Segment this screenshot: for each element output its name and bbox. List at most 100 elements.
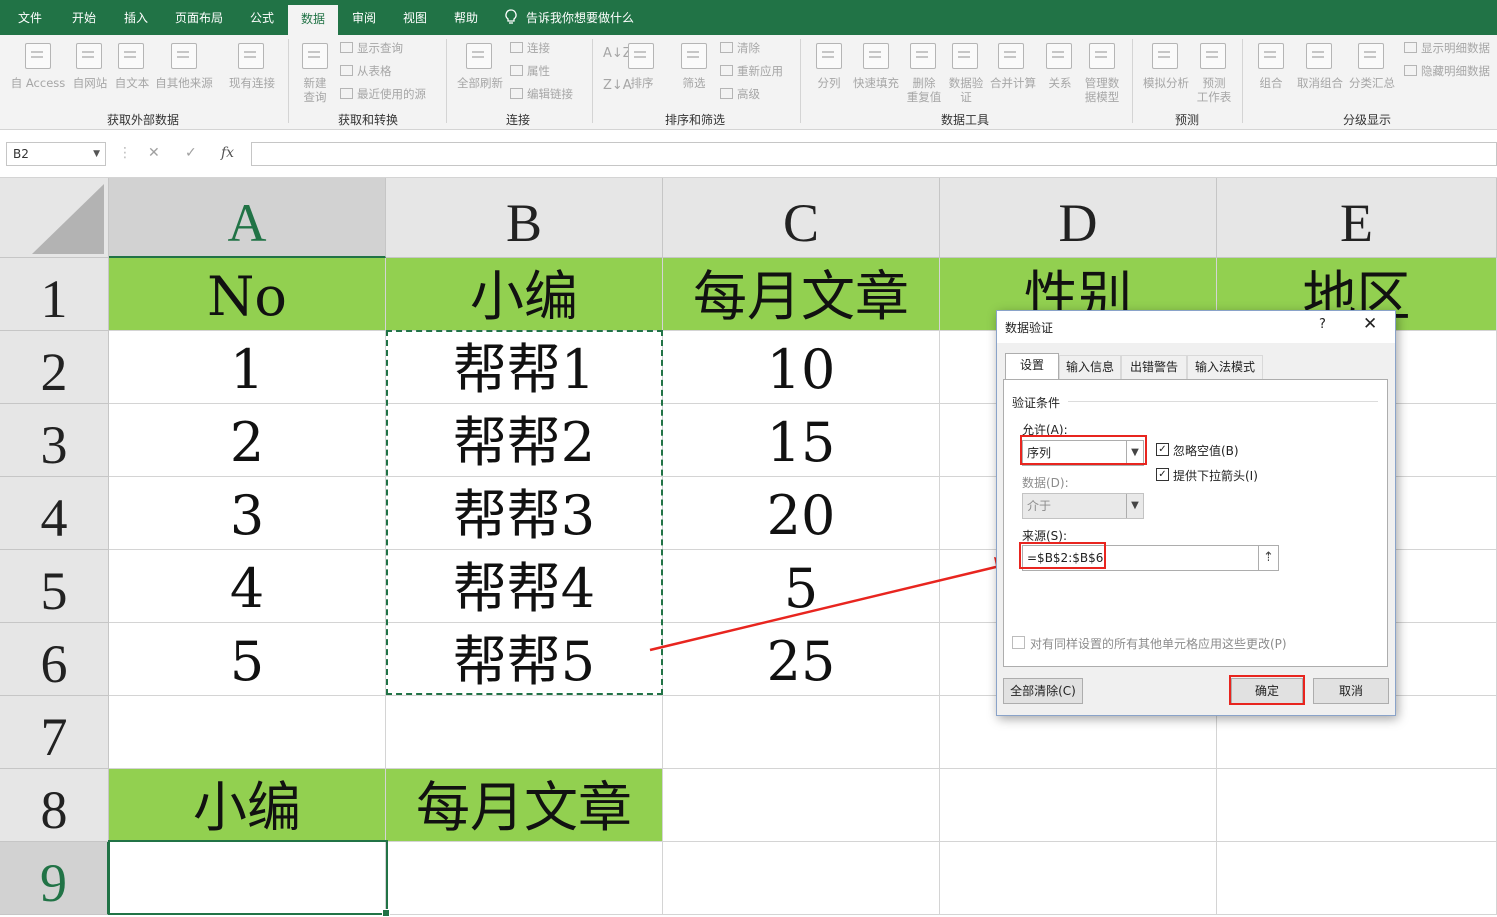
cancel-entry-icon[interactable]: ✕ [148,142,160,164]
cell-e9[interactable] [1217,842,1497,915]
cell-c8[interactable] [663,769,940,842]
cell-a8[interactable]: 小编 [109,769,386,842]
formula-input[interactable] [251,142,1497,166]
cell-c2[interactable]: 10 [663,331,940,404]
cell-b9[interactable] [386,842,663,915]
row-header-8[interactable]: 8 [0,769,109,842]
advanced-button[interactable]: 高级 [720,87,760,101]
dialog-title-bar[interactable]: 数据验证 ? ✕ [997,311,1395,343]
cell-c9[interactable] [663,842,940,915]
column-header-e[interactable]: E [1217,178,1497,258]
what-if-analysis-button[interactable]: 模拟分析 [1138,76,1194,90]
sort-button[interactable]: 排序 [624,76,660,90]
clear-all-button[interactable]: 全部清除(C) [1003,678,1083,704]
cell-a2[interactable]: 1 [109,331,386,404]
tab-input-message[interactable]: 输入信息 [1059,355,1121,379]
existing-connections-button[interactable]: 现有连接 [224,76,280,90]
tab-settings[interactable]: 设置 [1005,353,1059,380]
from-table-button[interactable]: 从表格 [340,64,392,78]
from-access-button[interactable]: 自 Access [8,76,68,90]
new-query-button[interactable]: 新建 查询 [294,76,336,104]
row-header-1[interactable]: 1 [0,258,109,331]
cell-b6[interactable]: 帮帮5 [386,623,663,696]
tell-me-box[interactable]: 告诉我你想要做什么 [504,0,654,35]
allow-select[interactable]: 序列 ▼ [1022,440,1144,466]
row-header-5[interactable]: 5 [0,550,109,623]
show-queries-button[interactable]: 显示查询 [340,41,403,55]
name-box[interactable]: B2 ▼ [6,142,106,166]
row-header-3[interactable]: 3 [0,404,109,477]
cell-b7[interactable] [386,696,663,769]
consolidate-button[interactable]: 合并计算 [986,76,1040,90]
filter-button[interactable]: 筛选 [674,76,714,90]
help-icon[interactable]: ? [1319,317,1326,332]
column-header-c[interactable]: C [663,178,940,258]
ignore-blank-checkbox[interactable]: ✓ [1156,443,1169,456]
from-web-button[interactable]: 自网站 [70,76,110,90]
tab-error-alert[interactable]: 出错警告 [1121,355,1187,379]
text-to-columns-button[interactable]: 分列 [810,76,848,90]
forecast-sheet-button[interactable]: 预测 工作表 [1192,76,1236,104]
column-header-a[interactable]: A [109,178,386,258]
ungroup-button[interactable]: 取消组合 [1292,76,1348,90]
from-text-button[interactable]: 自文本 [112,76,152,90]
cell-a3[interactable]: 2 [109,404,386,477]
recent-sources-button[interactable]: 最近使用的源 [340,87,426,101]
apply-to-all-checkbox[interactable] [1012,636,1025,649]
row-header-9[interactable]: 9 [0,842,109,915]
column-header-d[interactable]: D [940,178,1217,258]
tab-data[interactable]: 数据 [288,5,338,35]
source-input[interactable]: =$B$2:$B$6 ⇡ [1022,545,1279,571]
tab-review[interactable]: 审阅 [342,0,386,35]
cell-a1[interactable]: No [109,258,386,331]
tab-formulas[interactable]: 公式 [240,0,284,35]
row-header-4[interactable]: 4 [0,477,109,550]
cell-d8[interactable] [940,769,1217,842]
properties-button[interactable]: 属性 [510,64,550,78]
group-button[interactable]: 组合 [1250,76,1292,90]
cancel-button[interactable]: 取消 [1313,678,1389,704]
cell-b3[interactable]: 帮帮2 [386,404,663,477]
cell-c4[interactable]: 20 [663,477,940,550]
tab-view[interactable]: 视图 [393,0,437,35]
from-other-button[interactable]: 自其他来源 [153,76,215,90]
cell-c1[interactable]: 每月文章 [663,258,940,331]
row-header-6[interactable]: 6 [0,623,109,696]
collapse-dialog-icon[interactable]: ⇡ [1258,546,1278,570]
tab-file[interactable]: 文件 [8,0,52,35]
tab-home[interactable]: 开始 [62,0,106,35]
cell-c5[interactable]: 5 [663,550,940,623]
cell-b4[interactable]: 帮帮3 [386,477,663,550]
cell-c7[interactable] [663,696,940,769]
hide-detail-button[interactable]: 隐藏明细数据 [1404,64,1490,78]
confirm-entry-icon[interactable]: ✓ [185,142,197,164]
connections-button[interactable]: 连接 [510,41,550,55]
cell-c3[interactable]: 15 [663,404,940,477]
data-validation-button[interactable]: 数据验证 [944,76,988,104]
manage-data-model-button[interactable]: 管理数 据模型 [1080,76,1124,104]
cell-b1[interactable]: 小编 [386,258,663,331]
cell-b2[interactable]: 帮帮1 [386,331,663,404]
insert-function-icon[interactable]: fx [221,142,234,164]
flash-fill-button[interactable]: 快速填充 [848,76,904,90]
ok-button[interactable]: 确定 [1231,678,1303,704]
close-icon[interactable]: ✕ [1363,314,1377,334]
remove-duplicates-button[interactable]: 删除 重复值 [902,76,946,104]
relationships-button[interactable]: 关系 [1042,76,1078,90]
column-header-b[interactable]: B [386,178,663,258]
edit-links-button[interactable]: 编辑链接 [510,87,573,101]
tab-page-layout[interactable]: 页面布局 [168,0,230,35]
cell-e8[interactable] [1217,769,1497,842]
cell-a7[interactable] [109,696,386,769]
cell-d9[interactable] [940,842,1217,915]
refresh-all-button[interactable]: 全部刷新 [452,76,508,90]
cell-b8[interactable]: 每月文章 [386,769,663,842]
cell-a9[interactable] [109,842,386,915]
cell-a5[interactable]: 4 [109,550,386,623]
show-detail-button[interactable]: 显示明细数据 [1404,41,1490,55]
cell-a6[interactable]: 5 [109,623,386,696]
row-header-2[interactable]: 2 [0,331,109,404]
subtotal-button[interactable]: 分类汇总 [1346,76,1398,90]
select-all-corner[interactable] [0,178,109,258]
data-operator-select[interactable]: 介于 ▼ [1022,493,1144,519]
